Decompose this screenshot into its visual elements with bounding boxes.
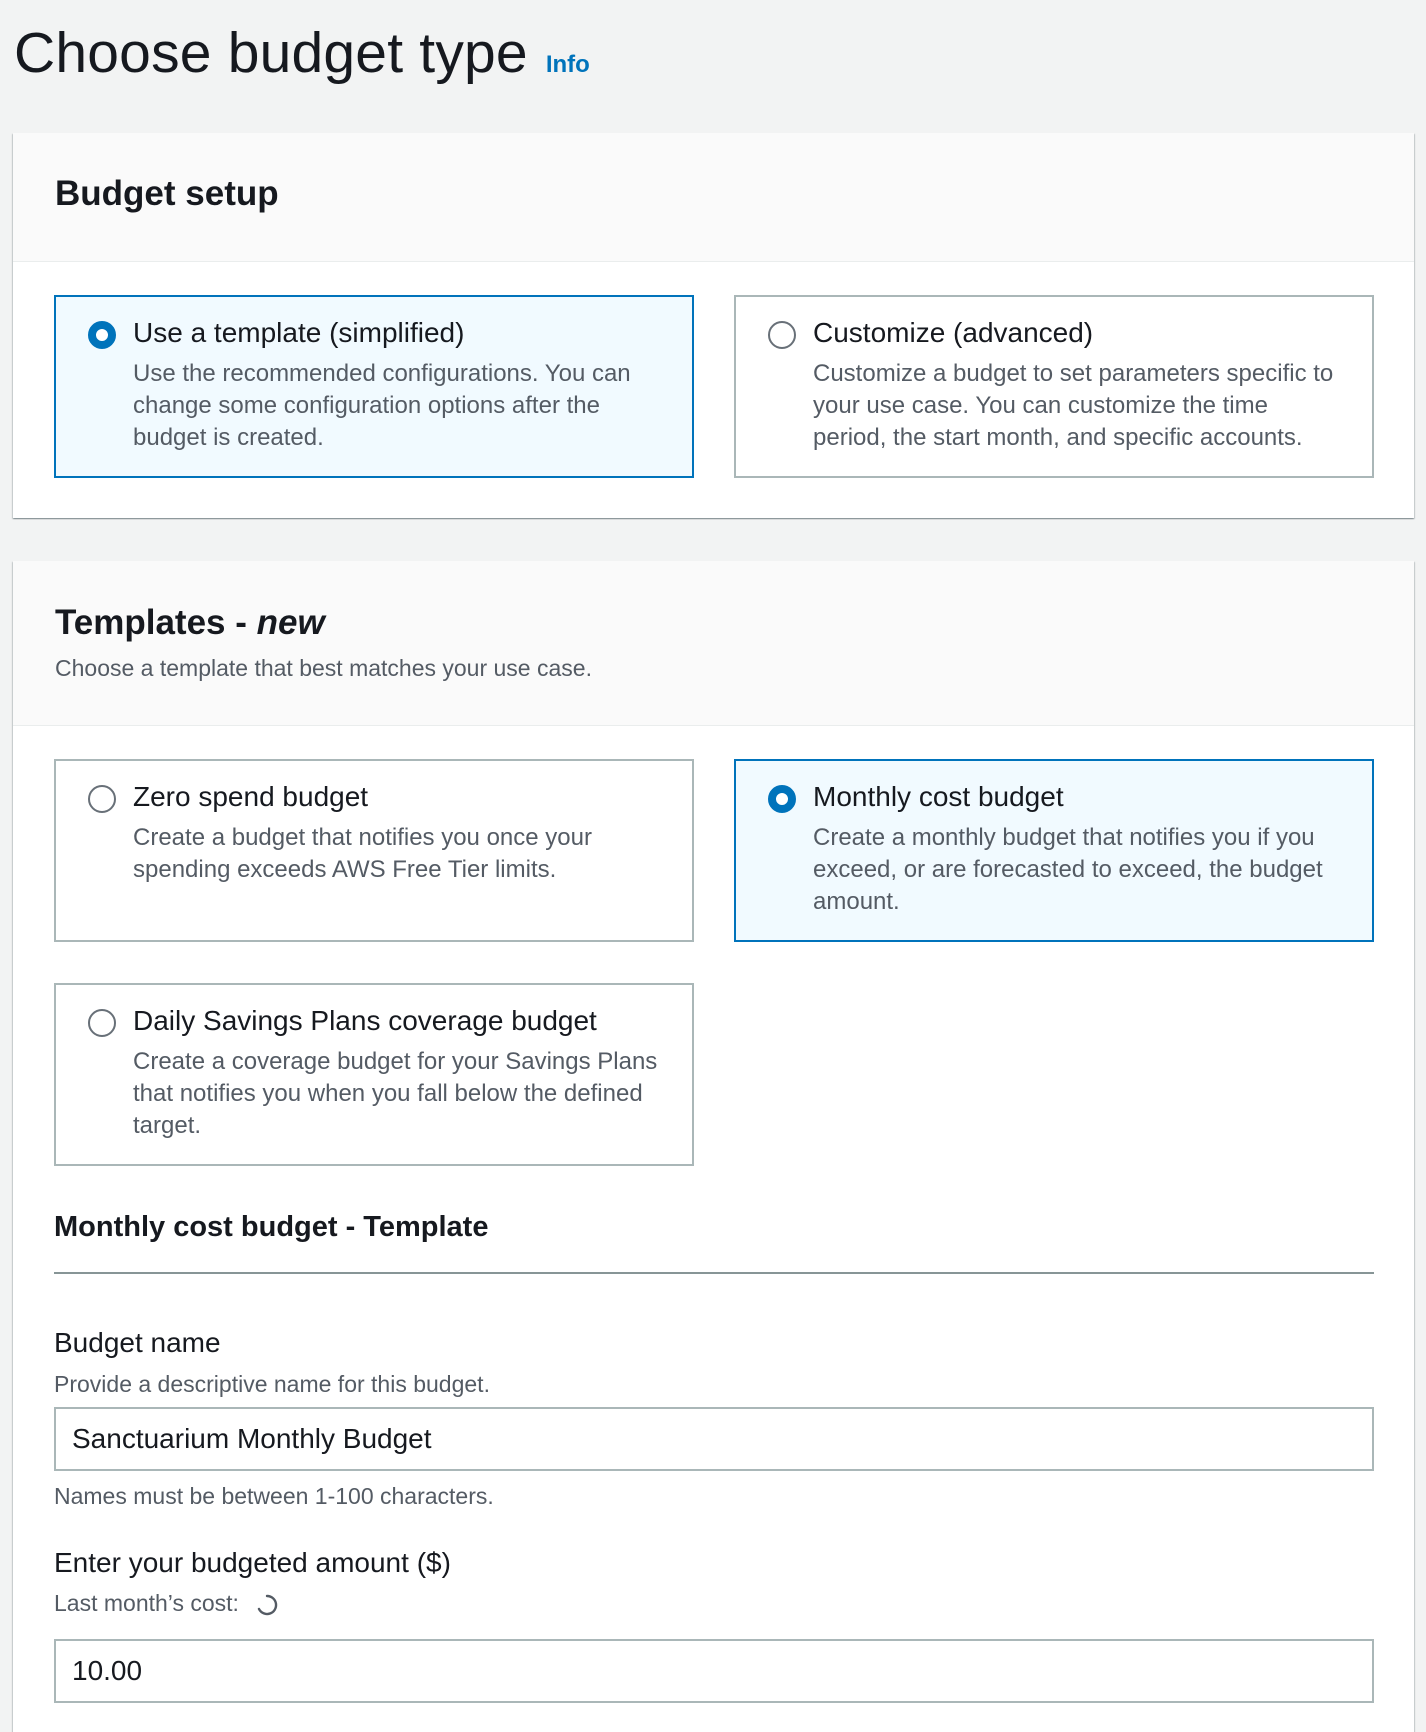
page: Choose budget type Info Budget setup Use… [0,0,1426,1732]
budget-name-input[interactable] [54,1407,1374,1471]
radio-customize[interactable] [768,321,796,349]
option-description: Use the recommended configurations. You … [133,360,631,451]
template-label: Monthly cost budget [813,781,1064,812]
templates-new-badge: new [256,603,325,642]
last-month-cost-label: Last month’s cost: [54,1590,239,1616]
budget-name-constraint: Names must be between 1-100 characters. [54,1483,494,1509]
template-section-title: Monthly cost budget - Template [54,1211,489,1243]
page-title: Choose budget type [14,21,528,85]
option-label: Customize (advanced) [813,317,1094,348]
template-zero-spend[interactable]: Zero spend budget Create a budget that n… [54,759,694,942]
last-month-cost: Last month’s cost: [54,1590,279,1617]
template-daily-savings-plans[interactable]: Daily Savings Plans coverage budget Crea… [54,983,694,1166]
template-label: Zero spend budget [133,781,369,812]
option-customize[interactable]: Customize (advanced) Customize a budget … [734,295,1374,478]
budget-setup-title: Budget setup [55,174,279,213]
template-label: Daily Savings Plans coverage budget [133,1005,597,1036]
template-description: Create a coverage budget for your Saving… [133,1048,658,1139]
templates-title: Templates - new [55,603,1372,643]
loading-spinner-icon [258,1594,278,1616]
section-divider [54,1272,1374,1274]
radio-zero-spend[interactable] [88,785,116,813]
info-link[interactable]: Info [546,51,590,79]
radio-use-template[interactable] [88,321,116,349]
template-description: Create a budget that notifies you once y… [133,824,592,883]
option-use-template[interactable]: Use a template (simplified) Use the reco… [54,295,694,478]
template-monthly-cost[interactable]: Monthly cost budget Create a monthly bud… [734,759,1374,942]
page-header: Choose budget type Info [14,20,590,86]
templates-title-text: Templates - [55,603,257,642]
budget-name-label: Budget name [54,1327,221,1358]
budget-name-description: Provide a descriptive name for this budg… [54,1371,490,1397]
radio-monthly-cost[interactable] [768,785,796,813]
budget-amount-input[interactable] [54,1639,1374,1703]
radio-daily-savings-plans[interactable] [88,1009,116,1037]
templates-subtitle: Choose a template that best matches your… [55,655,592,681]
budget-amount-label: Enter your budgeted amount ($) [54,1547,451,1578]
option-description: Customize a budget to set parameters spe… [813,360,1334,451]
templates-header: Templates - new Choose a template that b… [13,561,1414,726]
budget-setup-header: Budget setup [13,133,1414,262]
template-description: Create a monthly budget that notifies yo… [813,824,1323,915]
budget-setup-panel: Budget setup Use a template (simplified)… [13,133,1414,518]
option-label: Use a template (simplified) [133,317,465,348]
templates-panel: Templates - new Choose a template that b… [13,561,1414,1732]
